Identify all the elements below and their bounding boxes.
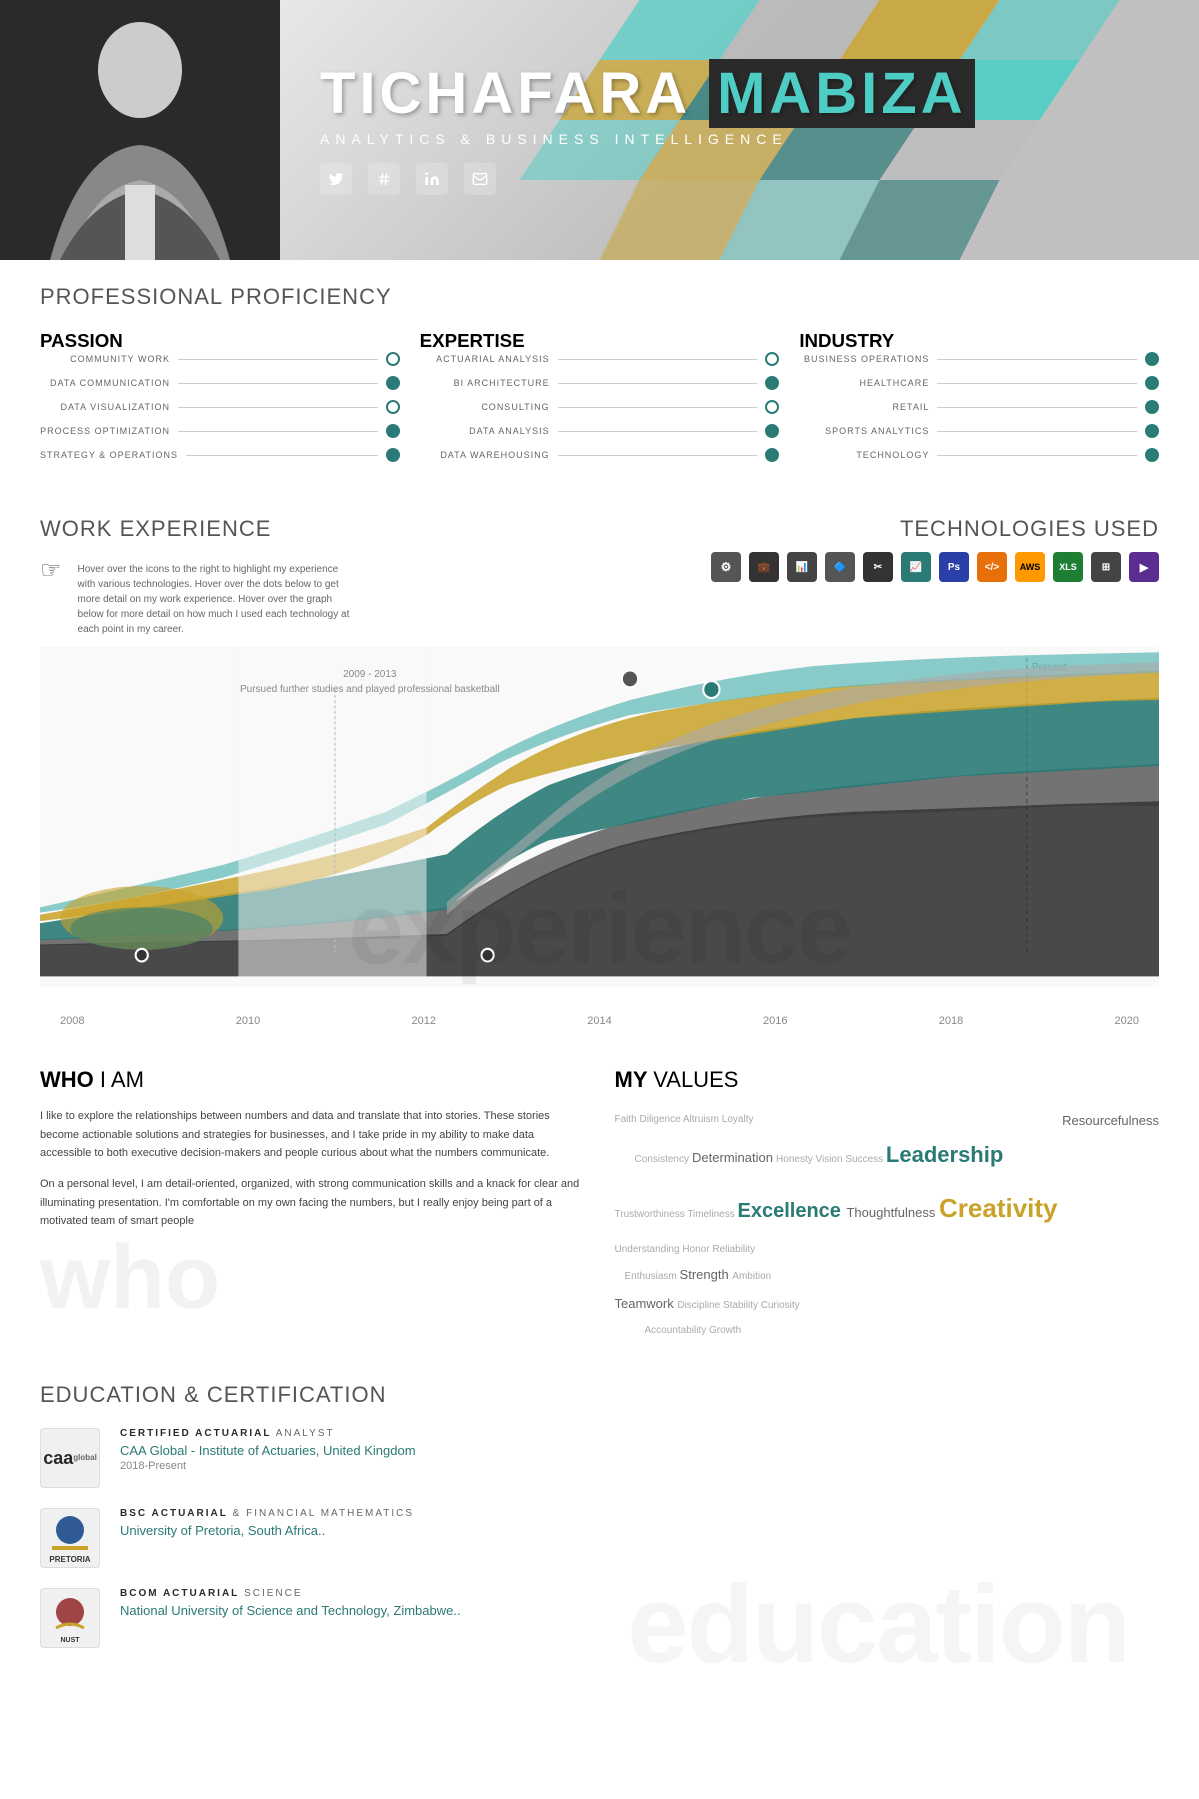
twitter-icon[interactable] <box>320 163 352 195</box>
my-values: MY VALUES Faith Diligence Altruism Loyal… <box>615 1067 1160 1342</box>
values-cloud: Faith Diligence Altruism Loyalty Resourc… <box>615 1107 1160 1342</box>
header: TICHAFARA MABIZA ANALYTICS & BUSINESS IN… <box>0 0 1199 260</box>
edu-info-3: BCOM ACTUARIAL SCIENCE National Universi… <box>120 1588 461 1620</box>
svg-text:PRETORIA: PRETORIA <box>49 1555 90 1564</box>
passion-col: PASSION COMMUNITY WORK DATA COMMUNICATIO… <box>40 330 400 472</box>
work-title-area: WORK EXPERIENCE ☞ Hover over the icons t… <box>40 516 358 637</box>
tech-icon-aws[interactable]: AWS <box>1015 552 1045 582</box>
work-header: WORK EXPERIENCE ☞ Hover over the icons t… <box>40 516 1159 637</box>
header-photo <box>0 0 280 260</box>
tech-icon-bar[interactable]: 📈 <box>901 552 931 582</box>
industry-title: INDUSTRY <box>799 330 1159 352</box>
who-am-i: WHO I AM I like to explore the relations… <box>40 1067 585 1342</box>
tech-icon-2[interactable]: 💼 <box>749 552 779 582</box>
education-title: EDUCATION & CERTIFICATION <box>40 1382 1159 1408</box>
edu-container: caa global CERTIFIED ACTUARIAL ANALYST C… <box>40 1408 1159 1668</box>
work-hint: Hover over the icons to the right to hig… <box>78 562 358 637</box>
tech-icon-grid[interactable]: ⊞ <box>1091 552 1121 582</box>
tech-title: TECHNOLOGIES USED <box>711 516 1159 542</box>
tech-icons: ⚙ 💼 📊 🔷 ✂ 📈 Ps </> AWS XLS ⊞ ▶ <box>711 552 1159 582</box>
header-name: TICHAFARA MABIZA <box>320 65 1199 123</box>
who-title: WHO I AM <box>40 1067 585 1093</box>
passion-item-3: DATA VISUALIZATION <box>40 400 400 414</box>
who-para1: I like to explore the relationships betw… <box>40 1107 585 1163</box>
tech-icon-4[interactable]: 🔷 <box>825 552 855 582</box>
edu-logo-up: PRETORIA <box>40 1508 100 1568</box>
work-hint-row: ☞ Hover over the icons to the right to h… <box>40 552 358 637</box>
who-values-section: WHO I AM I like to explore the relations… <box>0 1047 1199 1362</box>
header-subtitle: ANALYTICS & BUSINESS INTELLIGENCE <box>320 131 1199 147</box>
work-section: WORK EXPERIENCE ☞ Hover over the icons t… <box>0 496 1199 1047</box>
edu-item-2: PRETORIA BSC ACTUARIAL & FINANCIAL MATHE… <box>40 1508 1159 1568</box>
edu-logo-caa: caa global <box>40 1428 100 1488</box>
header-social <box>320 163 1199 195</box>
tech-icon-5[interactable]: ✂ <box>863 552 893 582</box>
tech-icon-ps[interactable]: Ps <box>939 552 969 582</box>
edu-info-1: CERTIFIED ACTUARIAL ANALYST CAA Global -… <box>120 1428 416 1472</box>
edu-logo-nust: NUST <box>40 1588 100 1648</box>
education-watermark: education <box>628 1561 1130 1668</box>
hover-icon: ☞ <box>40 556 62 637</box>
who-watermark: who <box>40 1233 585 1323</box>
passion-item-1: COMMUNITY WORK <box>40 352 400 366</box>
svg-text:NUST: NUST <box>60 1637 80 1644</box>
skill-line <box>178 359 378 360</box>
proficiency-title: PROFESSIONAL PROFICIENCY <box>40 284 1159 310</box>
who-para2: On a personal level, I am detail-oriente… <box>40 1175 585 1231</box>
proficiency-grid: PASSION COMMUNITY WORK DATA COMMUNICATIO… <box>40 330 1159 472</box>
tech-icon-code[interactable]: </> <box>977 552 1007 582</box>
header-right: TICHAFARA MABIZA ANALYTICS & BUSINESS IN… <box>280 0 1199 260</box>
passion-item-4: PROCESS OPTIMIZATION <box>40 424 400 438</box>
expertise-title: EXPERTISE <box>420 330 780 352</box>
tech-icon-vs[interactable]: ▶ <box>1129 552 1159 582</box>
tech-icon-1[interactable]: ⚙ <box>711 552 741 582</box>
passion-title: PASSION <box>40 330 400 352</box>
skill-label: COMMUNITY WORK <box>40 354 170 364</box>
values-title: MY VALUES <box>615 1067 1160 1093</box>
edu-item-1: caa global CERTIFIED ACTUARIAL ANALYST C… <box>40 1428 1159 1488</box>
email-icon[interactable] <box>464 163 496 195</box>
expertise-col: EXPERTISE ACTUARIAL ANALYSIS BI ARCHITEC… <box>420 330 780 472</box>
skill-dot <box>386 352 400 366</box>
linkedin-icon[interactable] <box>416 163 448 195</box>
stream-chart: experience Present <box>40 647 1159 1027</box>
chart-years: 2008 2010 2012 2014 2016 2018 2020 <box>40 1015 1159 1027</box>
tech-icon-3[interactable]: 📊 <box>787 552 817 582</box>
tech-icon-xls[interactable]: XLS <box>1053 552 1083 582</box>
passion-item-5: STRATEGY & OPERATIONS <box>40 448 400 462</box>
experience-watermark: experience <box>40 872 1159 987</box>
edu-info-2: BSC ACTUARIAL & FINANCIAL MATHEMATICS Un… <box>120 1508 414 1540</box>
tech-area: TECHNOLOGIES USED ⚙ 💼 📊 🔷 ✂ 📈 Ps </> AWS… <box>711 516 1159 582</box>
chart-annotation: 2009 - 2013 Pursued further studies and … <box>240 667 500 697</box>
work-title: WORK EXPERIENCE <box>40 516 358 542</box>
passion-item-2: DATA COMMUNICATION <box>40 376 400 390</box>
education-section: EDUCATION & CERTIFICATION caa global CER… <box>0 1362 1199 1688</box>
industry-col: INDUSTRY BUSINESS OPERATIONS HEALTHCARE … <box>799 330 1159 472</box>
hashtag-icon[interactable] <box>368 163 400 195</box>
proficiency-section: PROFESSIONAL PROFICIENCY PASSION COMMUNI… <box>0 260 1199 496</box>
